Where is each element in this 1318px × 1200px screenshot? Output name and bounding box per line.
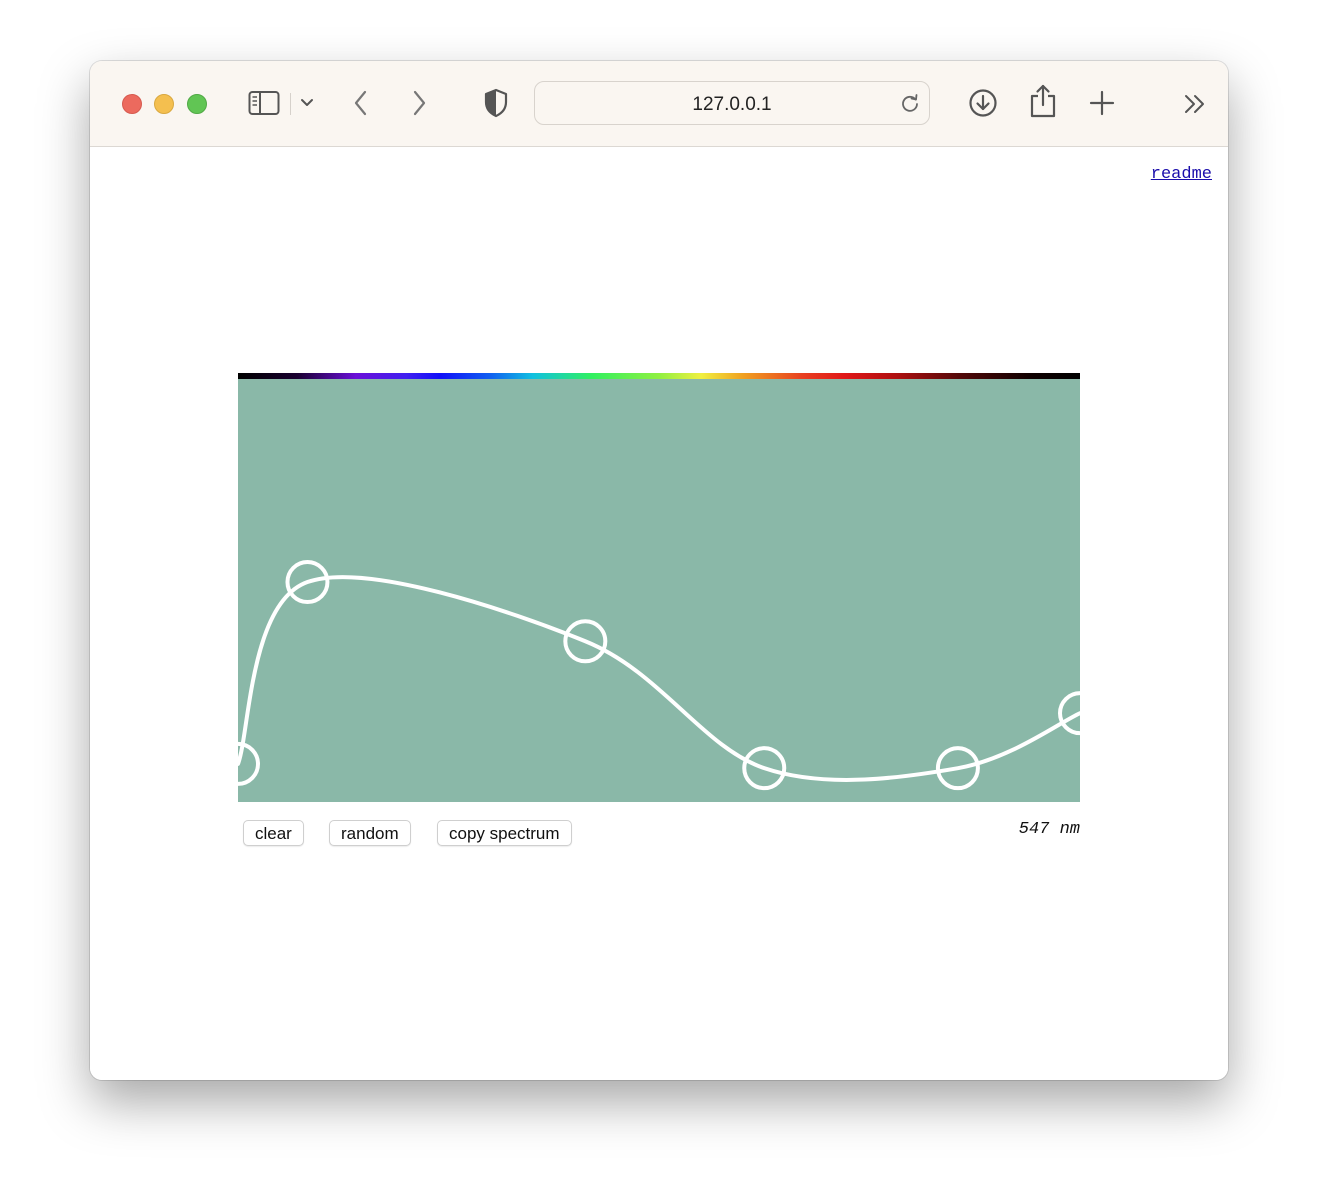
chevron-down-icon[interactable] bbox=[299, 96, 315, 110]
clear-button[interactable]: clear bbox=[243, 820, 304, 846]
controls-row: clear random copy spectrum 547 nm bbox=[238, 820, 1080, 850]
shield-icon[interactable] bbox=[483, 88, 509, 118]
close-window-button[interactable] bbox=[122, 94, 142, 114]
chevron-right-icon[interactable] bbox=[408, 89, 430, 117]
share-icon[interactable] bbox=[1028, 83, 1058, 119]
address-bar[interactable]: 127.0.0.1 bbox=[534, 81, 930, 125]
chevron-left-icon[interactable] bbox=[350, 89, 372, 117]
spectrum-editor[interactable] bbox=[216, 373, 1102, 802]
browser-window: 127.0.0.1 readme clear random copy spect… bbox=[90, 61, 1228, 1080]
toolbar-divider bbox=[290, 93, 291, 115]
wavelength-color-strip bbox=[238, 373, 1080, 379]
browser-toolbar: 127.0.0.1 bbox=[90, 61, 1228, 147]
double-chevron-right-icon[interactable] bbox=[1182, 92, 1208, 116]
maximize-window-button[interactable] bbox=[187, 94, 207, 114]
spectrum-plot-area[interactable] bbox=[238, 379, 1080, 802]
page-content: readme clear random copy spectrum 547 nm bbox=[90, 147, 1228, 1080]
random-button[interactable]: random bbox=[329, 820, 411, 846]
minimize-window-button[interactable] bbox=[154, 94, 174, 114]
readme-link[interactable]: readme bbox=[1151, 165, 1212, 184]
download-icon[interactable] bbox=[967, 87, 999, 119]
copy-spectrum-button[interactable]: copy spectrum bbox=[437, 820, 572, 846]
spectrum-canvas[interactable] bbox=[216, 373, 1102, 802]
reload-icon[interactable] bbox=[899, 93, 921, 115]
plus-icon[interactable] bbox=[1088, 89, 1116, 117]
address-text: 127.0.0.1 bbox=[692, 94, 772, 115]
sidebar-icon[interactable] bbox=[248, 90, 280, 116]
wavelength-readout: 547 nm bbox=[1018, 820, 1080, 839]
